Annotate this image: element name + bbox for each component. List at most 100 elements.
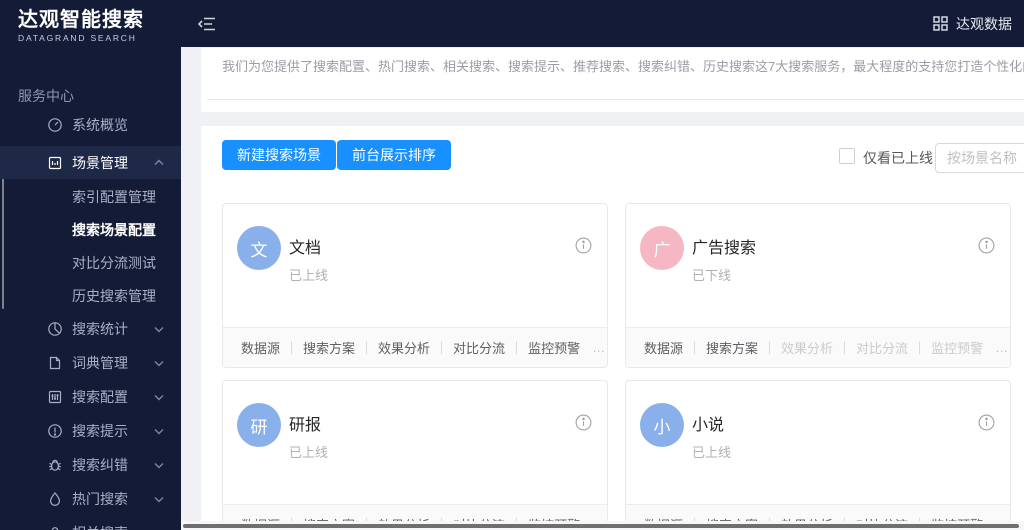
only-online-checkbox[interactable] — [839, 148, 855, 164]
sidebar-subitem-ab-split-test[interactable]: 对比分流测试 — [0, 246, 181, 279]
status-badge: 已下线 — [692, 268, 732, 283]
chevron-down-icon — [154, 494, 164, 504]
sidebar-item-label: 场景管理 — [72, 154, 128, 171]
sidebar-subitem-search-scene-config[interactable]: 搜索场景配置 — [0, 213, 181, 246]
chevron-down-icon — [154, 324, 164, 334]
sidebar-subitem-history-search[interactable]: 历史搜索管理 — [0, 279, 181, 312]
sidebar-item-label: 相关搜索 — [72, 523, 128, 530]
sidebar-item-hot-search[interactable]: 热门搜索 — [0, 482, 181, 515]
related-icon — [47, 525, 63, 530]
sidebar-subitem-index-config[interactable]: 索引配置管理 — [0, 180, 181, 213]
scene-title[interactable]: 广告搜索 — [692, 234, 756, 258]
sidebar-item-search-config[interactable]: 搜索配置 — [0, 380, 181, 413]
sidebar-section-label: 服务中心 — [18, 88, 74, 104]
intro-text: 我们为您提供了搜索配置、热门搜索、相关搜索、搜索提示、推荐搜索、搜索纠错、历史搜… — [222, 59, 1024, 74]
menu-fold-icon[interactable] — [198, 15, 216, 33]
divider — [516, 341, 518, 354]
info-circle-icon[interactable] — [575, 414, 592, 431]
effect-analysis-link: 效果分析 — [781, 341, 834, 356]
info-circle-icon[interactable] — [978, 237, 995, 254]
horizontal-scrollbar — [181, 521, 1024, 530]
sidebar-item-scene-management[interactable]: 场景管理 — [0, 146, 181, 179]
sidebar-item-related-search[interactable]: 相关搜索 — [0, 516, 181, 530]
card-footer: 数据源 搜索方案 效果分析 对比分流 监控预警 … — [223, 327, 607, 367]
card-footer: 数据源 搜索方案 效果分析 对比分流 监控预警 … — [626, 327, 1010, 367]
effect-analysis-link[interactable]: 效果分析 — [378, 338, 430, 357]
sidebar-item-label: 搜索配置 — [72, 388, 128, 405]
more-actions-icon[interactable]: … — [592, 340, 606, 355]
divider — [769, 341, 771, 354]
divider — [291, 341, 293, 354]
sidebar-item-label: 搜索统计 — [72, 320, 128, 337]
sidebar-item-label: 搜索纠错 — [72, 456, 128, 473]
logo-subtitle: DATAGRAND SEARCH — [18, 33, 137, 43]
scene-title[interactable]: 小说 — [692, 411, 724, 435]
fire-icon — [47, 491, 63, 507]
chevron-down-icon — [154, 392, 164, 402]
status-badge: 已上线 — [289, 445, 329, 460]
divider — [207, 99, 1024, 100]
new-scene-button[interactable]: 新建搜索场景 — [222, 140, 336, 170]
datasource-link[interactable]: 数据源 — [644, 338, 683, 357]
scene-card: 文 文档 已上线 数据源 搜索方案 效果分析 对比分流 监控预警 … — [222, 203, 608, 368]
avatar: 研 — [237, 403, 281, 447]
avatar: 小 — [640, 403, 684, 447]
logo: 达观智能搜索 DATAGRAND SEARCH — [0, 0, 181, 47]
sidebar-item-system-overview[interactable]: 系统概览 — [0, 108, 181, 141]
sidebar-item-label: 历史搜索管理 — [72, 287, 156, 304]
chevron-down-icon — [154, 358, 164, 368]
status-badge: 已上线 — [692, 445, 732, 460]
scene-title[interactable]: 研报 — [289, 411, 321, 435]
sidebar-item-search-correction[interactable]: 搜索纠错 — [0, 448, 181, 481]
divider — [441, 341, 443, 354]
more-actions-icon[interactable]: … — [995, 340, 1009, 355]
scene-card: 广 广告搜索 已下线 数据源 搜索方案 效果分析 对比分流 监控预警 … — [625, 203, 1011, 368]
sidebar: 达观智能搜索 DATAGRAND SEARCH 服务中心 系统概览 场景管理 索… — [0, 0, 181, 530]
search-plan-link[interactable]: 搜索方案 — [706, 338, 758, 357]
search-plan-link[interactable]: 搜索方案 — [303, 338, 355, 357]
sidebar-item-label: 对比分流测试 — [72, 254, 156, 271]
scene-icon — [47, 155, 63, 171]
avatar: 广 — [640, 226, 684, 270]
bug-icon — [47, 457, 63, 473]
avatar: 文 — [237, 226, 281, 270]
divider — [694, 341, 696, 354]
content-area: 我们为您提供了搜索配置、热门搜索、相关搜索、搜索提示、推荐搜索、搜索纠错、历史搜… — [181, 47, 1024, 530]
horizontal-scrollbar-thumb[interactable] — [183, 524, 1019, 528]
sidebar-item-label: 热门搜索 — [72, 490, 128, 507]
monitor-alert-link: 监控预警 — [931, 341, 984, 356]
divider — [844, 341, 846, 354]
status-badge: 已上线 — [289, 268, 329, 283]
ab-split-link: 对比分流 — [856, 341, 909, 356]
chevron-up-icon — [154, 158, 164, 168]
scene-card: 小 小说 已上线 数据源 搜索方案 效果分析 对比分流 监控预警 … — [625, 380, 1011, 530]
app-switcher[interactable]: 达观数据 — [933, 0, 1016, 47]
monitor-alert-link[interactable]: 监控预警 — [528, 338, 580, 357]
sidebar-item-label: 搜索场景配置 — [72, 221, 156, 238]
datasource-link[interactable]: 数据源 — [241, 338, 280, 357]
sidebar-item-label: 搜索提示 — [72, 422, 128, 439]
sidebar-item-search-stats[interactable]: 搜索统计 — [0, 312, 181, 345]
appstore-grid-icon — [933, 16, 948, 31]
intro-panel: 我们为您提供了搜索配置、热门搜索、相关搜索、搜索提示、推荐搜索、搜索纠错、历史搜… — [201, 48, 1024, 112]
divider — [919, 341, 921, 354]
info-circle-icon — [47, 423, 63, 439]
ab-split-link[interactable]: 对比分流 — [453, 338, 505, 357]
sidebar-item-search-suggest[interactable]: 搜索提示 — [0, 414, 181, 447]
scene-list-panel: 新建搜索场景 前台展示排序 仅看已上线 文 文档 已上线 数据源 搜索方案 效果… — [201, 126, 1024, 530]
scene-name-search-input[interactable] — [935, 143, 1024, 173]
divider — [366, 341, 368, 354]
dashboard-icon — [47, 117, 63, 133]
sidebar-item-label: 索引配置管理 — [72, 188, 156, 205]
scene-title[interactable]: 文档 — [289, 234, 321, 258]
sidebar-item-label: 词典管理 — [72, 354, 128, 371]
pie-chart-icon — [47, 321, 63, 337]
front-display-sort-button[interactable]: 前台展示排序 — [337, 140, 451, 170]
sidebar-item-dictionary[interactable]: 词典管理 — [0, 346, 181, 379]
only-online-label[interactable]: 仅看已上线 — [863, 148, 933, 168]
app-switcher-label: 达观数据 — [956, 15, 1012, 32]
scene-card: 研 研报 已上线 数据源 搜索方案 效果分析 对比分流 监控预警 … — [222, 380, 608, 530]
chevron-down-icon — [154, 426, 164, 436]
info-circle-icon[interactable] — [575, 237, 592, 254]
info-circle-icon[interactable] — [978, 414, 995, 431]
